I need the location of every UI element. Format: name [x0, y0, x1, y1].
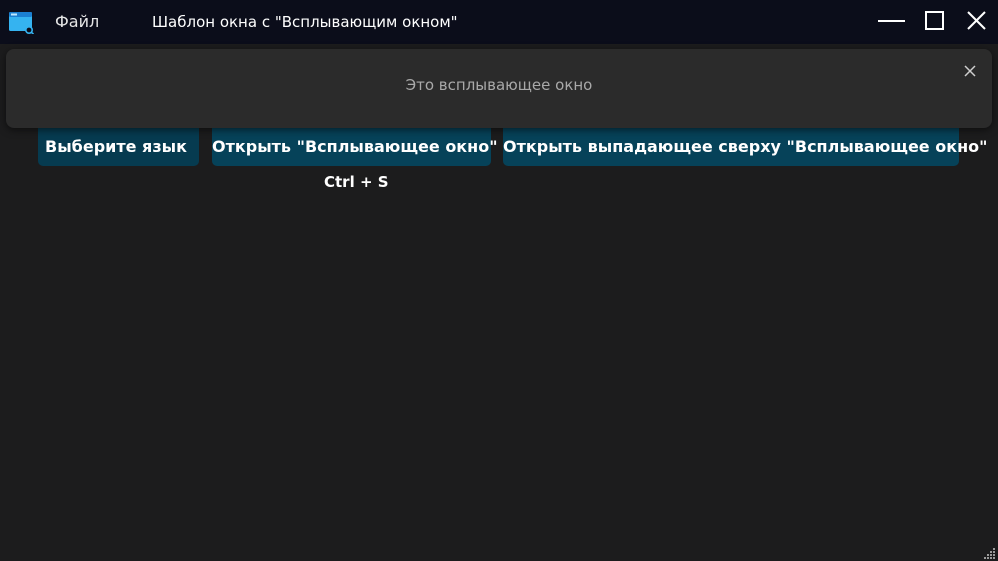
popup-flyout: Это всплывающее окно	[6, 49, 992, 128]
resize-grip-icon[interactable]	[982, 545, 996, 559]
maximize-button[interactable]	[918, 6, 952, 36]
window-title: Шаблон окна с "Всплывающим окном"	[152, 13, 458, 31]
open-popup-button[interactable]: Открыть "Всплывающее окно"	[212, 127, 498, 166]
close-icon	[964, 65, 976, 77]
app-window: Файл Шаблон окна с "Всплывающим окном" В…	[0, 0, 998, 561]
maximize-icon	[925, 11, 944, 30]
window-app-icon	[9, 12, 34, 35]
shortcut-hint: Ctrl + S	[324, 173, 389, 191]
menu-file[interactable]: Файл	[55, 11, 99, 33]
close-button[interactable]	[959, 6, 993, 36]
minimize-button[interactable]	[874, 6, 908, 36]
title-bar[interactable]: Файл Шаблон окна с "Всплывающим окном"	[0, 0, 998, 44]
popup-message: Это всплывающее окно	[405, 76, 593, 94]
popup-close-button[interactable]	[960, 61, 980, 81]
minimize-icon	[878, 20, 905, 22]
close-icon	[967, 11, 986, 30]
select-language-button[interactable]: Выберите язык	[38, 127, 199, 166]
open-dropdown-popup-button[interactable]: Открыть выпадающее сверху "Всплывающее о…	[503, 127, 987, 166]
